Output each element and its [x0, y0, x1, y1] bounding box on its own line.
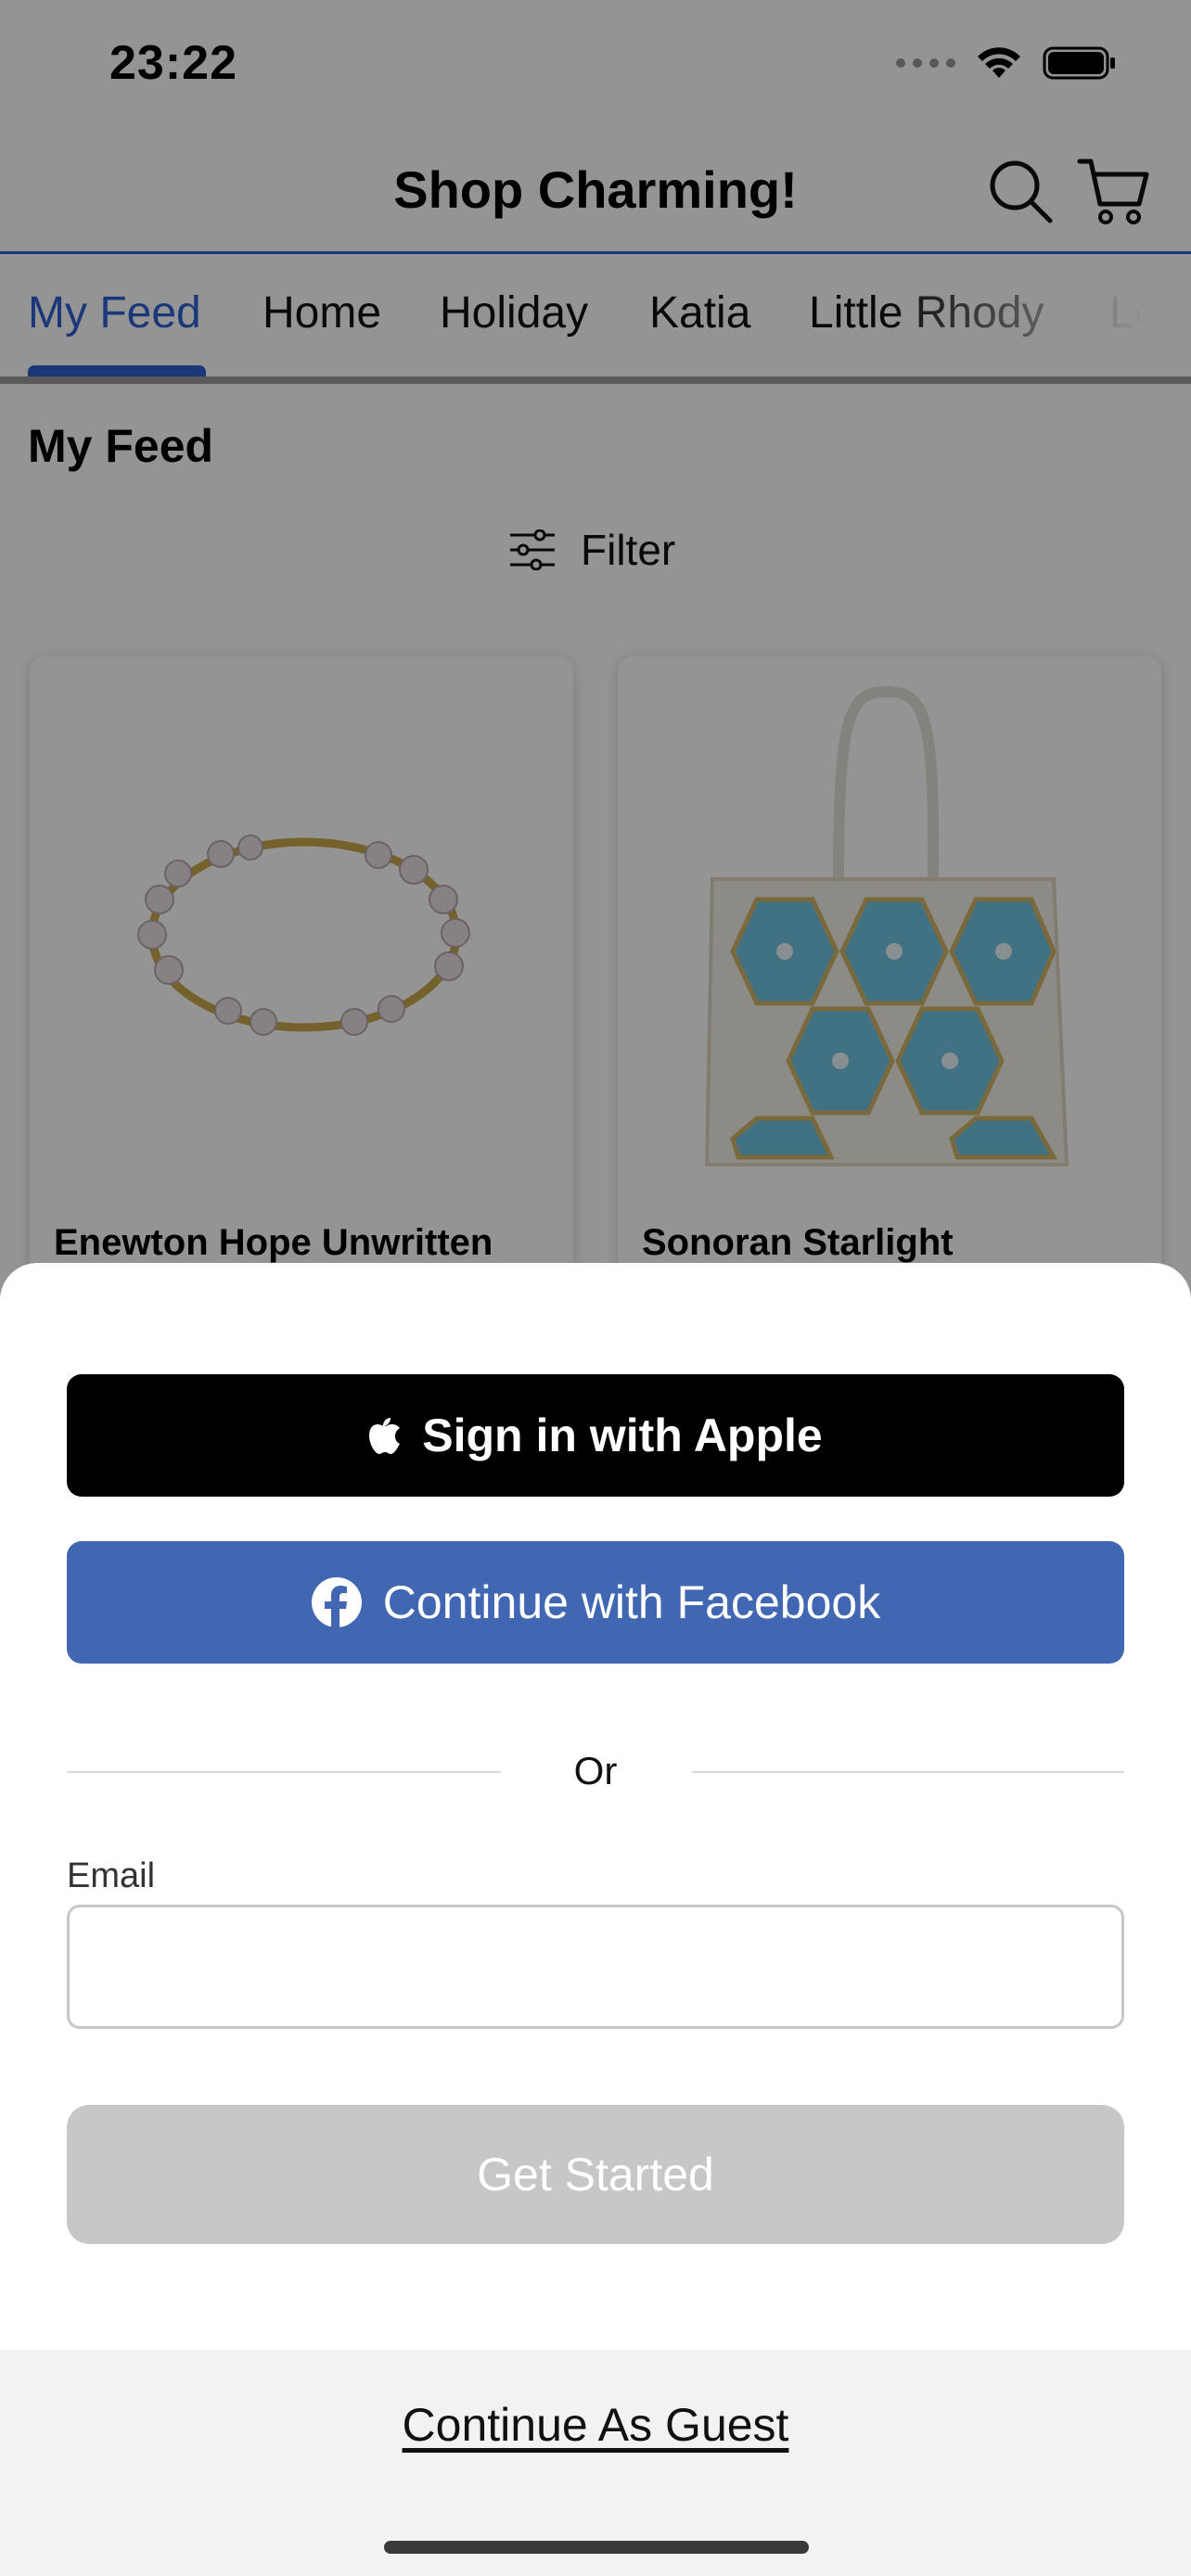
email-field[interactable]: [67, 1905, 1124, 2029]
divider-line-right: [692, 1771, 1124, 1773]
apple-icon: [369, 1418, 401, 1454]
facebook-icon: [311, 1577, 362, 1628]
facebook-button-label: Continue with Facebook: [382, 1576, 881, 1628]
sign-in-with-apple-button[interactable]: Sign in with Apple: [67, 1374, 1124, 1497]
apple-button-label: Sign in with Apple: [422, 1409, 823, 1461]
get-started-button[interactable]: Get Started: [67, 2105, 1124, 2244]
or-divider: Or: [67, 1743, 1124, 1799]
get-started-label: Get Started: [477, 2149, 714, 2200]
continue-as-guest-link[interactable]: Continue As Guest: [0, 2398, 1191, 2452]
home-indicator: [384, 2541, 809, 2554]
email-label: Email: [67, 1856, 156, 1895]
sign-in-sheet: Sign in with Apple Continue with Faceboo…: [0, 1263, 1191, 2576]
continue-with-facebook-button[interactable]: Continue with Facebook: [67, 1541, 1124, 1664]
